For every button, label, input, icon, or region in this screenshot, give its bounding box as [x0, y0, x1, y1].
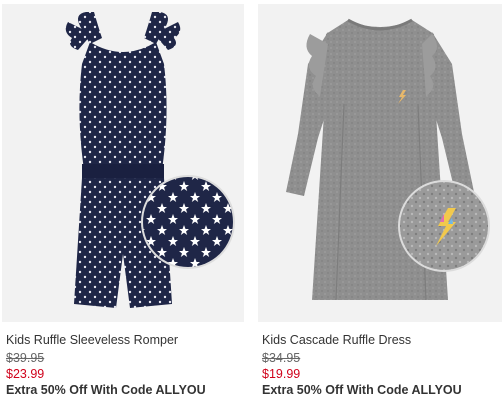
product-card-romper[interactable]: Kids Ruffle Sleeveless Romper $39.95 $23… — [2, 4, 244, 398]
original-price: $39.95 — [6, 351, 45, 365]
product-name-link[interactable]: Kids Cascade Ruffle Dress — [262, 333, 502, 348]
sale-price: $23.99 — [6, 367, 45, 381]
promo-text: Extra 50% Off With Code ALLYOU — [6, 383, 206, 397]
product-card-dress[interactable]: Kids Cascade Ruffle Dress $34.95 $19.99 … — [258, 4, 502, 398]
dress-image — [286, 18, 490, 301]
product-image-dress[interactable] — [258, 4, 502, 322]
product-name-link[interactable]: Kids Ruffle Sleeveless Romper — [6, 333, 244, 348]
romper-image — [65, 12, 235, 308]
promo-text: Extra 50% Off With Code ALLYOU — [262, 383, 462, 397]
sale-price: $19.99 — [262, 367, 301, 381]
product-image-romper[interactable] — [2, 4, 244, 322]
original-price: $34.95 — [262, 351, 301, 365]
